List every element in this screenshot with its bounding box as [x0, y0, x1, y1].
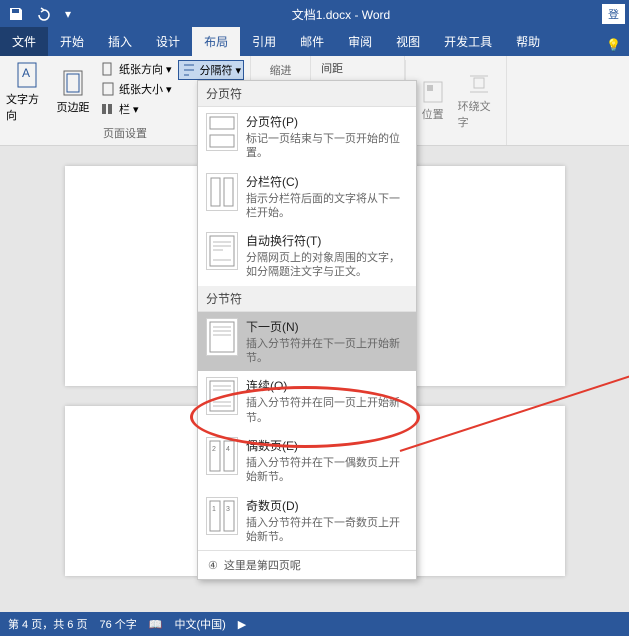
menu-continuous[interactable]: 连续(O) 插入分节符并在同一页上开始新节。: [198, 371, 416, 431]
indent-label: 缩进: [261, 60, 300, 78]
next-page-icon: [206, 318, 238, 356]
continuous-icon: [206, 377, 238, 415]
odd-page-desc: 插入分节符并在下一奇数页上开始新节。: [246, 516, 408, 545]
wrap-text-button: 环绕文字: [458, 60, 500, 141]
status-page-count[interactable]: 第 4 页，共 6 页: [8, 616, 87, 632]
status-spellcheck-icon[interactable]: 📖: [149, 618, 163, 631]
undo-icon[interactable]: [30, 2, 54, 26]
column-break-title: 分栏符(C): [246, 173, 408, 190]
tab-mail[interactable]: 邮件: [288, 27, 336, 56]
menu-page-break[interactable]: 分页符(P) 标记一页结束与下一页开始的位置。: [198, 107, 416, 167]
svg-text:4: 4: [226, 446, 230, 453]
menu-even-page[interactable]: 42 偶数页(E) 插入分节符并在下一偶数页上开始新节。: [198, 431, 416, 491]
page-break-title: 分页符(P): [246, 113, 408, 130]
margins-label: 页边距: [57, 99, 90, 115]
column-break-desc: 指示分栏符后面的文字将从下一栏开始。: [246, 192, 408, 221]
spacing-label: 间距: [321, 60, 394, 76]
text-wrap-desc: 分隔网页上的对象周围的文字，如分隔题注文字与正文。: [246, 251, 408, 280]
status-language[interactable]: 中文(中国): [174, 616, 225, 632]
status-macro-icon[interactable]: ▶: [238, 618, 246, 631]
page-break-icon: [206, 113, 238, 151]
size-button[interactable]: 纸张大小 ▾: [98, 80, 174, 98]
window-titlebar: ▾ 文档1.docx - Word 登: [0, 0, 629, 28]
login-button[interactable]: 登: [602, 4, 625, 24]
even-page-title: 偶数页(E): [246, 437, 408, 454]
text-wrap-title: 自动换行符(T): [246, 232, 408, 249]
continuous-desc: 插入分节符并在同一页上开始新节。: [246, 396, 408, 425]
tab-file[interactable]: 文件: [0, 27, 48, 56]
margins-button[interactable]: 页边距: [52, 60, 94, 123]
next-page-title: 下一页(N): [246, 318, 408, 335]
page-break-desc: 标记一页结束与下一页开始的位置。: [246, 132, 408, 161]
text-direction-label: 文字方向: [6, 91, 48, 123]
odd-page-title: 奇数页(D): [246, 497, 408, 514]
breaks-button[interactable]: 分隔符 ▾: [178, 60, 245, 80]
position-label: 位置: [422, 106, 444, 122]
tab-layout[interactable]: 布局: [192, 27, 240, 56]
text-direction-button[interactable]: A 文字方向: [6, 60, 48, 123]
dropdown-footer: ④ 这里是第四页呢: [198, 550, 416, 579]
svg-text:A: A: [22, 66, 30, 80]
svg-text:2: 2: [212, 446, 216, 453]
orientation-button[interactable]: 纸张方向 ▾: [98, 60, 174, 78]
dropdown-section-section-breaks: 分节符: [198, 286, 416, 312]
even-page-icon: 42: [206, 437, 238, 475]
document-title: 文档1.docx - Word: [80, 6, 602, 23]
menu-text-wrap-break[interactable]: 自动换行符(T) 分隔网页上的对象周围的文字，如分隔题注文字与正文。: [198, 226, 416, 286]
column-break-icon: [206, 173, 238, 211]
tab-home[interactable]: 开始: [48, 27, 96, 56]
save-icon[interactable]: [4, 2, 28, 26]
text-wrap-icon: [206, 232, 238, 270]
odd-page-icon: 13: [206, 497, 238, 535]
tell-me-icon[interactable]: 💡: [598, 34, 629, 56]
wrap-label: 环绕文字: [458, 98, 500, 130]
ribbon-tabs: 文件 开始 插入 设计 布局 引用 邮件 审阅 视图 开发工具 帮助 💡: [0, 28, 629, 56]
status-word-count[interactable]: 76 个字: [99, 616, 136, 632]
position-button: 位置: [412, 60, 454, 141]
continuous-title: 连续(O): [246, 377, 408, 394]
menu-column-break[interactable]: 分栏符(C) 指示分栏符后面的文字将从下一栏开始。: [198, 167, 416, 227]
group-arrange: 位置 环绕文字: [406, 56, 507, 145]
tab-references[interactable]: 引用: [240, 27, 288, 56]
menu-odd-page[interactable]: 13 奇数页(D) 插入分节符并在下一奇数页上开始新节。: [198, 491, 416, 551]
tab-review[interactable]: 审阅: [336, 27, 384, 56]
breaks-dropdown: 分页符 分页符(P) 标记一页结束与下一页开始的位置。 分栏符(C) 指示分栏符…: [197, 80, 417, 580]
quick-access-toolbar: ▾: [4, 2, 80, 26]
tab-view[interactable]: 视图: [384, 27, 432, 56]
status-bar: 第 4 页，共 6 页 76 个字 📖 中文(中国) ▶: [0, 612, 629, 636]
dropdown-section-page-breaks: 分页符: [198, 81, 416, 107]
even-page-desc: 插入分节符并在下一偶数页上开始新节。: [246, 456, 408, 485]
columns-button[interactable]: 栏 ▾: [98, 100, 174, 118]
footer-num: ④: [208, 559, 218, 572]
qat-dropdown-icon[interactable]: ▾: [56, 2, 80, 26]
tab-help[interactable]: 帮助: [504, 27, 552, 56]
tab-design[interactable]: 设计: [144, 27, 192, 56]
tab-insert[interactable]: 插入: [96, 27, 144, 56]
footer-text: 这里是第四页呢: [224, 557, 301, 573]
next-page-desc: 插入分节符并在下一页上开始新节。: [246, 337, 408, 366]
tab-developer[interactable]: 开发工具: [432, 27, 504, 56]
svg-text:3: 3: [226, 506, 230, 513]
svg-text:1: 1: [212, 506, 216, 513]
menu-next-page[interactable]: 下一页(N) 插入分节符并在下一页上开始新节。: [198, 312, 416, 372]
